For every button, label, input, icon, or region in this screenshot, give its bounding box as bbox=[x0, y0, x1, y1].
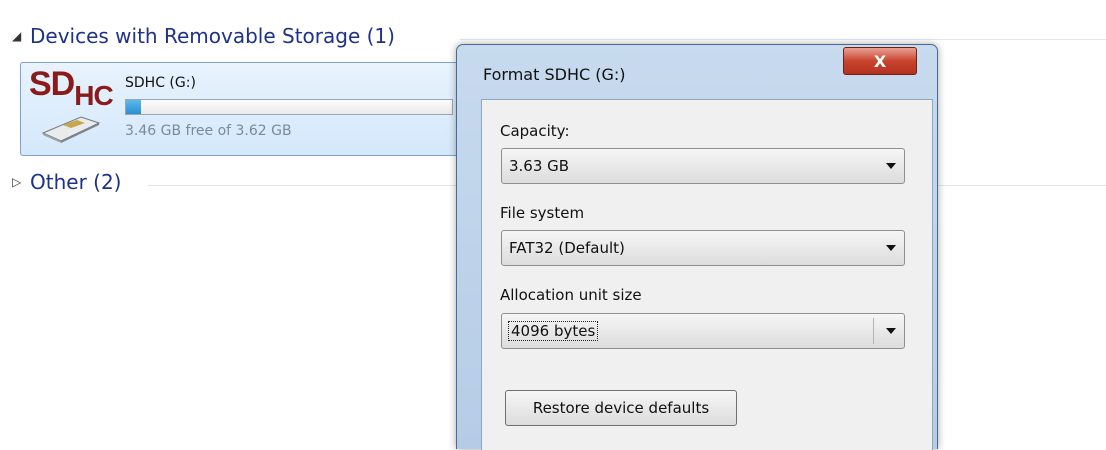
restore-defaults-button[interactable]: Restore device defaults bbox=[505, 390, 737, 426]
drive-usage-bar bbox=[125, 99, 453, 115]
format-dialog: Format SDHC (G:) X Capacity: 3.63 GB Fil… bbox=[456, 44, 938, 450]
allocation-unit-select[interactable]: 4096 bytes bbox=[501, 313, 905, 349]
drive-usage-fill bbox=[126, 100, 141, 114]
dropdown-arrow-icon[interactable] bbox=[886, 328, 896, 334]
group-removable-storage[interactable]: ◢ Devices with Removable Storage (1) bbox=[12, 24, 395, 48]
group-divider bbox=[936, 185, 1106, 186]
dialog-client-area: Capacity: 3.63 GB File system FAT32 (Def… bbox=[481, 99, 933, 450]
group-divider bbox=[460, 39, 1106, 40]
drive-name: SDHC (G:) bbox=[125, 75, 196, 91]
capacity-select[interactable]: 3.63 GB bbox=[501, 148, 905, 184]
combo-separator bbox=[873, 318, 874, 344]
sdhc-logo: SDHC bbox=[29, 65, 114, 111]
allocation-unit-value: 4096 bytes bbox=[507, 321, 599, 341]
dialog-title: Format SDHC (G:) bbox=[483, 65, 626, 84]
sd-card-drive-icon: SDHC bbox=[27, 65, 119, 151]
filesystem-label: File system bbox=[500, 204, 585, 222]
capacity-label: Capacity: bbox=[500, 122, 570, 140]
drive-tile-sdhc[interactable]: SDHC SDHC (G:) 3.46 GB free of 3.62 GB bbox=[20, 62, 460, 156]
group-other-label: Other (2) bbox=[30, 170, 122, 194]
group-divider bbox=[148, 185, 460, 186]
filesystem-select[interactable]: FAT32 (Default) bbox=[501, 230, 905, 266]
drive-free-space: 3.46 GB free of 3.62 GB bbox=[125, 123, 292, 139]
dropdown-arrow-icon[interactable] bbox=[886, 163, 896, 169]
allocation-unit-label: Allocation unit size bbox=[500, 286, 642, 304]
removable-disk-icon bbox=[41, 116, 101, 143]
group-other[interactable]: ▷ Other (2) bbox=[12, 170, 121, 194]
filesystem-value: FAT32 (Default) bbox=[509, 239, 625, 257]
expanded-triangle-icon[interactable]: ◢ bbox=[12, 29, 30, 43]
capacity-value: 3.63 GB bbox=[509, 157, 570, 175]
collapsed-triangle-icon[interactable]: ▷ bbox=[12, 175, 30, 189]
dropdown-arrow-icon[interactable] bbox=[886, 245, 896, 251]
close-button[interactable]: X bbox=[843, 47, 917, 75]
group-removable-label: Devices with Removable Storage (1) bbox=[30, 24, 395, 48]
